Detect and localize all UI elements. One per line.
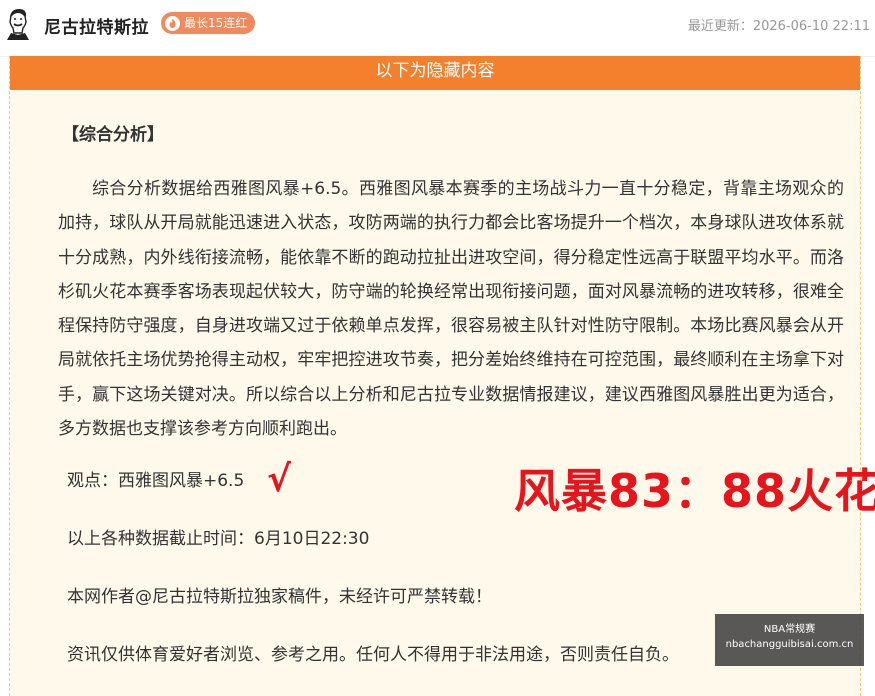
check-mark-icon: √ (267, 459, 292, 500)
hidden-content-bar: 以下为隐藏内容 (10, 56, 860, 90)
section-title: 【综合分析】 (62, 125, 164, 145)
disclaimer: 资讯仅供体育爱好者浏览、参考之用。任何人不得用于非法用途，否则责任自负。 (67, 645, 679, 665)
watermark: NBA常规赛 nbachangguibisai.com.cn (715, 614, 864, 666)
data-cutoff-time: 以上各种数据截止时间：6月10日22:30 (67, 529, 370, 549)
avatar[interactable] (3, 6, 33, 40)
streak-badge: 最长15连红 (161, 12, 256, 34)
copyright-notice: 本网作者@尼古拉特斯拉独家稿件，未经许可严禁转载！ (67, 587, 492, 607)
update-time: 最近更新：2026-06-10 22:11 (687, 19, 870, 34)
analysis-paragraph: 综合分析数据给西雅图风暴+6.5。西雅图风暴本赛季的主场战斗力一直十分稳定，背靠… (58, 179, 844, 440)
viewpoint: 观点：西雅图风暴+6.5 (67, 471, 245, 491)
author-header: 尼古拉特斯拉 最长15连红 最近更新：2026-06-10 22:11 (0, 0, 875, 57)
watermark-url: nbachangguibisai.com.cn (725, 639, 854, 650)
final-score: 风暴83：88火花 (514, 464, 875, 518)
fire-icon (165, 15, 180, 31)
author-name[interactable]: 尼古拉特斯拉 (44, 13, 149, 38)
streak-label: 最长15连红 (184, 16, 248, 30)
watermark-title: NBA常规赛 (763, 624, 816, 635)
